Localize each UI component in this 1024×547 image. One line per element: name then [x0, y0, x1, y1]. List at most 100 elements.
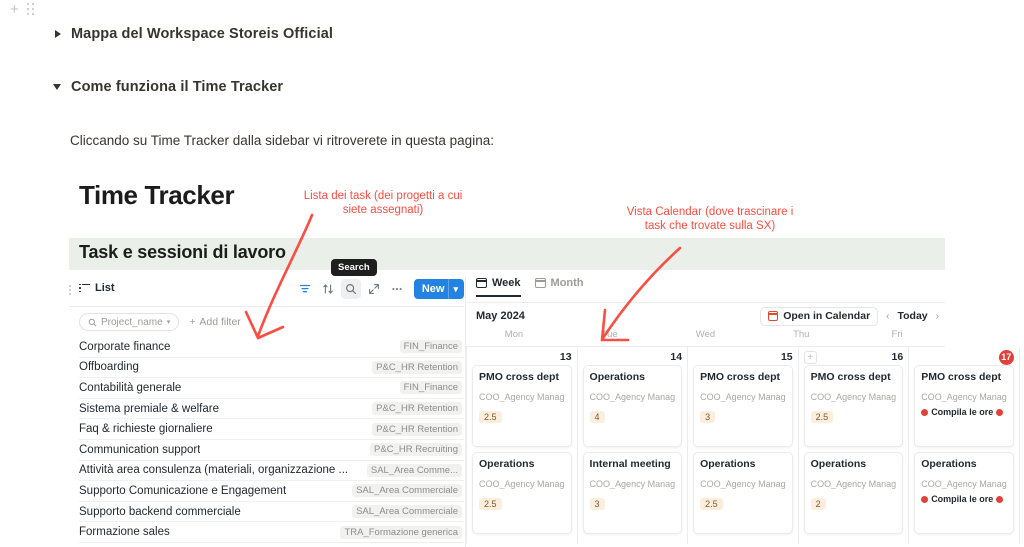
time-tracker-screenshot: Time Tracker Task e sessioni di lavoro L…	[60, 178, 960, 547]
event-hours-badge: 2	[811, 498, 826, 510]
next-week-button[interactable]: ›	[936, 311, 939, 322]
new-button[interactable]: New ▾	[414, 279, 464, 299]
event-title: Internal meeting	[590, 458, 676, 470]
task-name: Supporto Comunicazione e Engagement	[79, 485, 286, 497]
calendar-event[interactable]: PMO cross deptCOO_Agency Manag2.5	[472, 365, 572, 447]
event-title: Operations	[921, 458, 1007, 470]
calendar-tabs: Week Month	[466, 277, 945, 303]
project-tag: P&C_HR Recruiting	[370, 443, 462, 456]
task-name: Attività area consulenza (materiali, org…	[79, 464, 348, 476]
calendar-day-column[interactable]: 14OperationsCOO_Agency Manag4Internal me…	[578, 347, 689, 544]
task-name: Sistema premiale & welfare	[79, 403, 219, 415]
calendar-event[interactable]: PMO cross deptCOO_Agency Manag2.5	[804, 365, 904, 447]
day-header: 14	[583, 347, 683, 365]
section-band: Task e sessioni di lavoro	[69, 238, 945, 270]
filter-icon[interactable]	[295, 279, 315, 299]
day-number: 13	[560, 351, 572, 363]
tab-week-label: Week	[492, 277, 521, 289]
table-row[interactable]: Sistema premiale & welfareP&C_HR Retenti…	[79, 399, 464, 420]
table-row[interactable]: Attività area consulenza (materiali, org…	[79, 461, 464, 482]
calendar-event[interactable]: OperationsCOO_Agency Manag4	[583, 365, 683, 447]
add-filter-button[interactable]: + Add filter	[189, 316, 241, 328]
event-title: Operations	[700, 458, 786, 470]
calendar-event[interactable]: PMO cross deptCOO_Agency ManagCompila le…	[914, 365, 1014, 447]
calendar-event[interactable]: Internal meetingCOO_Agency Manag3	[583, 452, 683, 534]
tab-week[interactable]: Week	[476, 277, 521, 297]
open-in-calendar-button[interactable]: Open in Calendar	[760, 307, 878, 326]
calendar-day-column[interactable]: +16PMO cross deptCOO_Agency Manag2.5Oper…	[799, 347, 910, 544]
chevron-right-icon[interactable]	[55, 30, 61, 38]
calendar-event[interactable]: OperationsCOO_Agency Manag2	[804, 452, 904, 534]
event-hours-badge: 2.5	[811, 411, 834, 423]
project-tag: FIN_Finance	[400, 340, 462, 353]
day-of-week-label: Tue	[562, 329, 658, 346]
calendar-day-column[interactable]: 13 PMO cross deptCOO_Agency Manag2.5Opera…	[466, 347, 578, 544]
chevron-down-icon[interactable]	[53, 84, 61, 90]
table-row[interactable]: Contabilità generaleFIN_Finance	[79, 378, 464, 399]
calendar-day-column[interactable]: 15PMO cross deptCOO_Agency Manag3Operati…	[688, 347, 799, 544]
table-row[interactable]: Faq & richieste giornaliere P&C_HR Retent…	[79, 419, 464, 440]
red-dot-icon	[996, 496, 1003, 503]
filter-chip-label: Project_name	[101, 317, 163, 328]
filter-chip-project-name[interactable]: Project_name ▾	[79, 313, 179, 331]
table-row[interactable]: Corporate financeFIN_Finance	[79, 337, 464, 358]
table-row[interactable]: OffboardingP&C_HR Retention	[79, 358, 464, 379]
toggle-mappa-workspace[interactable]: Mappa del Workspace Storeis Official	[55, 26, 333, 42]
expand-icon[interactable]	[364, 279, 384, 299]
table-row[interactable]: Formazione salesTRA_Formazione generica	[79, 522, 464, 543]
event-subtitle: COO_Agency Manag	[921, 479, 1007, 489]
calendar-event[interactable]: OperationsCOO_Agency Manag2.5	[472, 452, 572, 534]
table-row[interactable]: Supporto backend commercialeSAL_Area Com…	[79, 502, 464, 523]
event-hours-badge: 3	[590, 498, 605, 510]
search-icon[interactable]	[341, 279, 361, 299]
tab-list-view[interactable]: List	[79, 282, 115, 294]
calendar-event[interactable]: OperationsCOO_Agency ManagCompila le ore	[914, 452, 1014, 534]
event-subtitle: COO_Agency Manag	[700, 392, 786, 402]
day-header: +16	[804, 347, 904, 365]
calendar-icon	[476, 278, 487, 288]
event-warning: Compila le ore	[921, 407, 1007, 417]
list-icon	[79, 284, 90, 293]
toggle-come-funziona[interactable]: Come funziona il Time Tracker	[53, 79, 283, 95]
add-block-icon[interactable]: +	[10, 2, 19, 17]
day-header: 17	[914, 347, 1014, 365]
prev-week-button[interactable]: ‹	[886, 311, 889, 322]
day-header: 13	[472, 347, 572, 365]
calendar-event[interactable]: OperationsCOO_Agency Manag2.5	[693, 452, 793, 534]
drag-handle-icon[interactable]	[27, 3, 35, 16]
calendar-day-column[interactable]: 17PMO cross deptCOO_Agency ManagCompila …	[909, 347, 1020, 544]
table-row[interactable]: Communication supportP&C_HR Recruiting	[79, 440, 464, 461]
chevron-down-icon[interactable]: ▾	[453, 284, 462, 295]
intro-paragraph: Cliccando su Time Tracker dalla sidebar …	[70, 133, 494, 148]
table-row[interactable]: Supporto Comunicazione e EngagementSAL_A…	[79, 481, 464, 502]
more-icon[interactable]	[387, 279, 407, 299]
add-event-icon[interactable]: +	[804, 351, 817, 364]
task-name: Faq & richieste giornaliere	[79, 423, 213, 435]
event-title: PMO cross dept	[700, 371, 786, 383]
calendar-grid: 13PMO cross deptCOO_Agency Manag2.5Opera…	[466, 346, 945, 544]
calendar-controls: Open in Calendar ‹ Today ›	[760, 307, 939, 326]
event-subtitle: COO_Agency Manag	[479, 392, 565, 402]
tab-list-label: List	[95, 282, 115, 294]
block-handle[interactable]: +	[10, 2, 35, 17]
search-icon	[88, 318, 97, 327]
event-hours-badge: 4	[590, 411, 605, 423]
tab-month[interactable]: Month	[535, 277, 584, 295]
chevron-down-icon[interactable]: ▾	[167, 318, 171, 326]
project-tag: TRA_Formazione generica	[340, 526, 462, 539]
drag-handle-icon[interactable]	[69, 285, 71, 295]
task-list-panel: List Search	[69, 277, 464, 547]
event-subtitle: COO_Agency Manag	[479, 479, 565, 489]
day-number: 14	[670, 351, 682, 363]
project-tag: SAL_Area Comme...	[367, 464, 462, 477]
sort-icon[interactable]	[318, 279, 338, 299]
toggle-label: Mappa del Workspace Storeis Official	[71, 26, 333, 42]
calendar-event[interactable]: PMO cross deptCOO_Agency Manag3	[693, 365, 793, 447]
task-rows: Corporate financeFIN_FinanceOffboardingP…	[79, 337, 464, 543]
event-title: PMO cross dept	[921, 371, 1007, 383]
divider	[448, 279, 449, 299]
calendar-icon	[768, 311, 778, 321]
open-in-calendar-label: Open in Calendar	[783, 310, 870, 322]
project-tag: P&C_HR Retention	[372, 423, 462, 436]
today-button[interactable]: Today	[898, 310, 928, 322]
